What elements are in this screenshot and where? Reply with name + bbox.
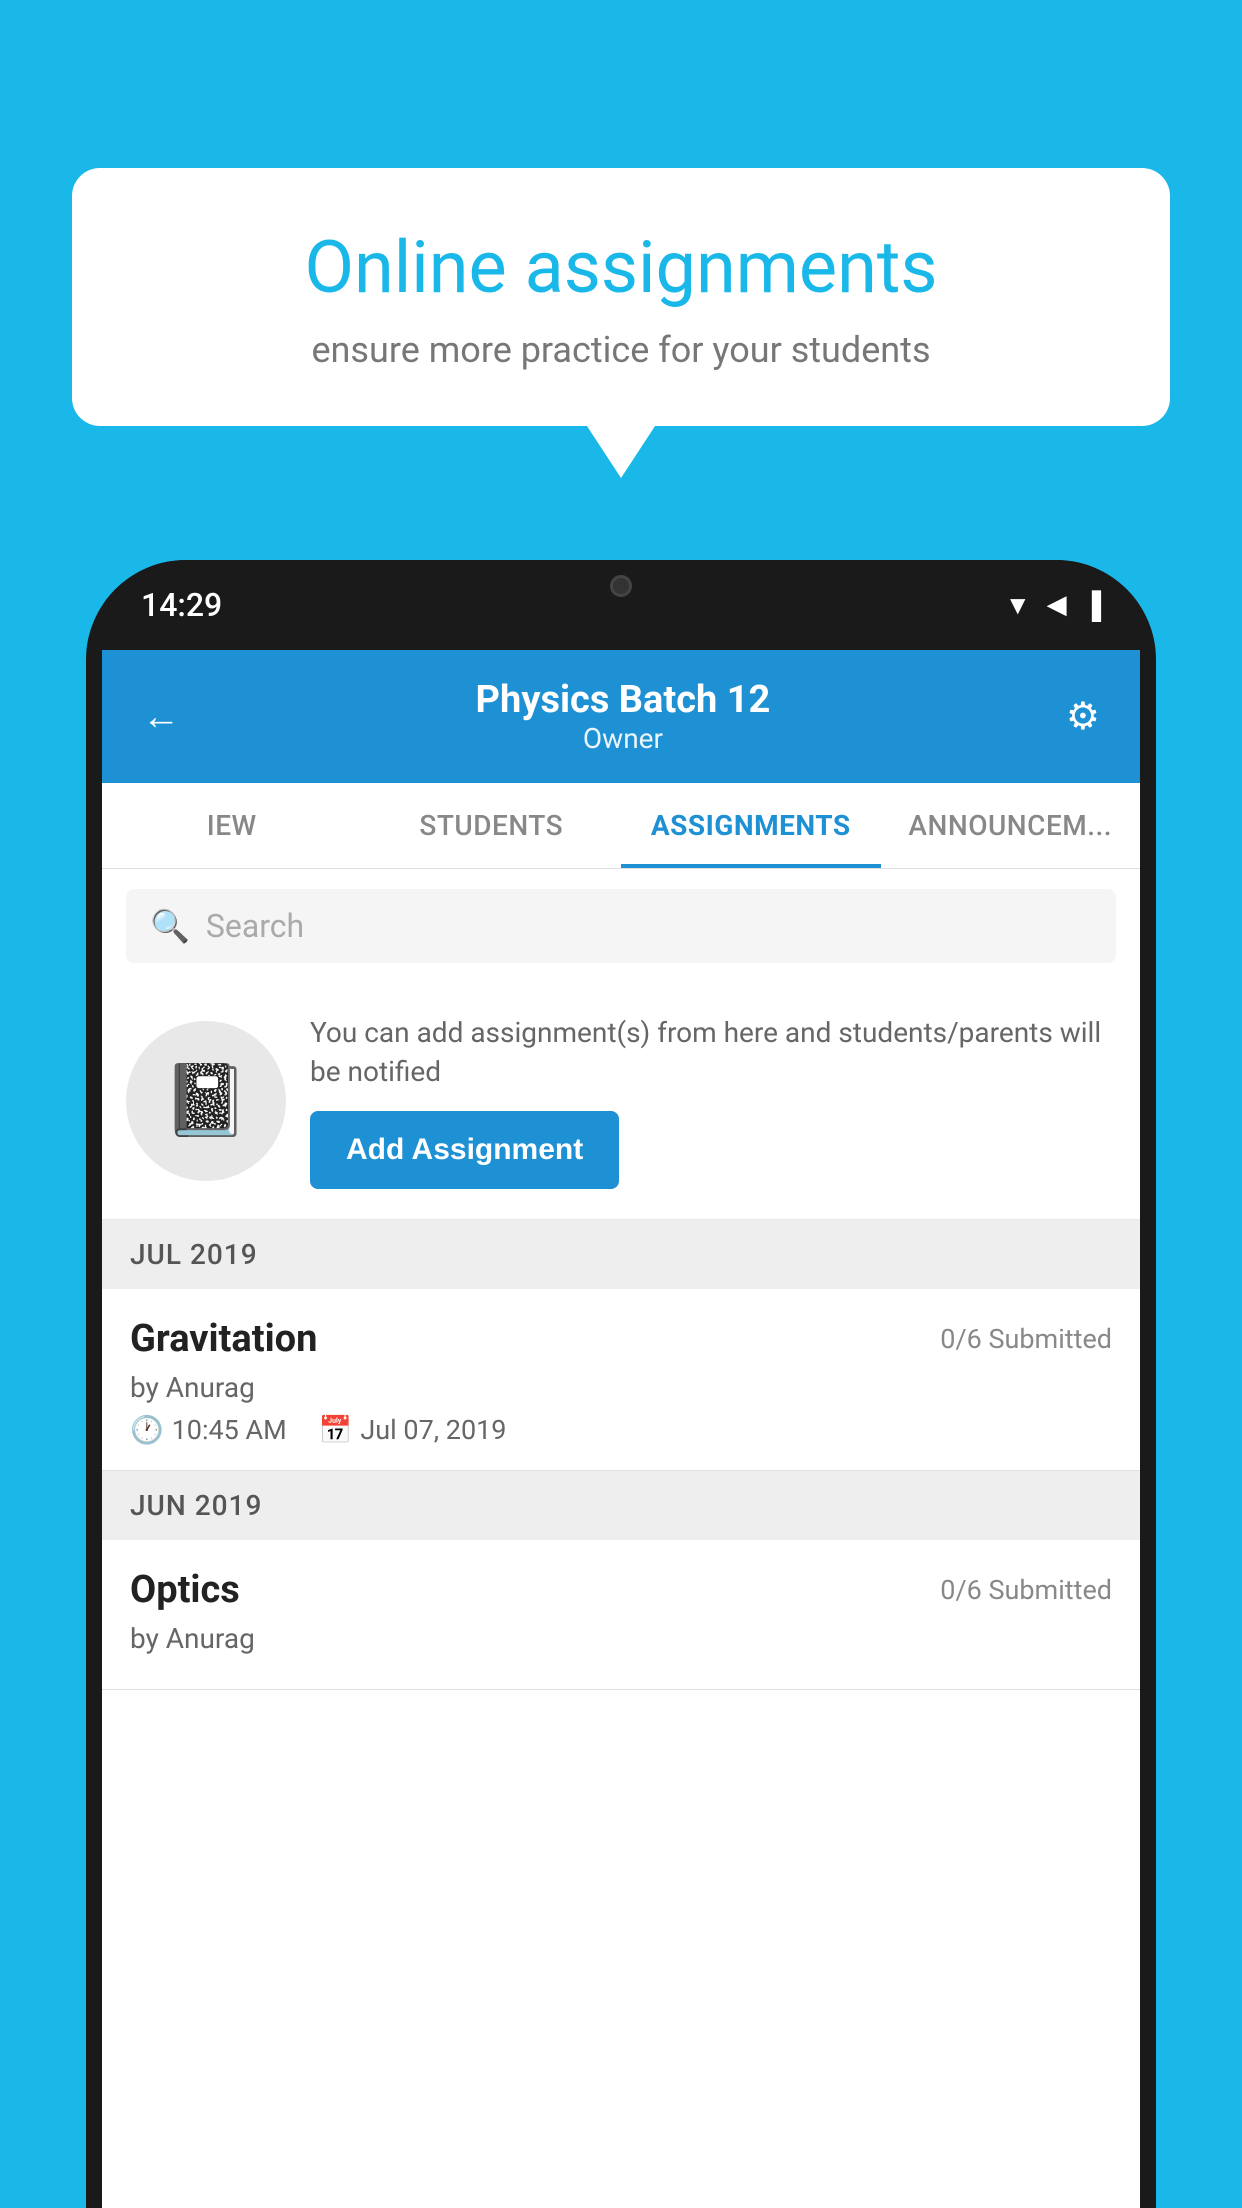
app-header: ← Physics Batch 12 Owner ⚙ <box>102 650 1140 783</box>
assignment-promo: 📓 You can add assignment(s) from here an… <box>102 983 1140 1220</box>
assignment-submitted-optics: 0/6 Submitted <box>940 1574 1112 1606</box>
add-assignment-button[interactable]: Add Assignment <box>310 1111 619 1189</box>
bubble-title: Online assignments <box>142 228 1100 307</box>
assignment-meta-gravitation: 🕐 10:45 AM 📅 Jul 07, 2019 <box>130 1414 1112 1446</box>
calendar-icon: 📅 <box>319 1414 353 1446</box>
back-button[interactable]: ← <box>142 695 180 739</box>
tab-students[interactable]: STUDENTS <box>362 783 622 868</box>
month-header-jun: JUN 2019 <box>102 1471 1140 1540</box>
assignment-by-optics: by Anurag <box>130 1622 1112 1655</box>
search-icon: 🔍 <box>150 907 190 945</box>
search-bar-container: 🔍 Search <box>102 869 1140 983</box>
tab-announcements[interactable]: ANNOUNCEM... <box>881 783 1141 868</box>
header-center: Physics Batch 12 Owner <box>476 678 771 755</box>
settings-icon[interactable]: ⚙ <box>1066 694 1100 739</box>
assignment-top-row-optics: Optics 0/6 Submitted <box>130 1568 1112 1612</box>
signal-icon: ◀ <box>1047 590 1067 620</box>
header-title: Physics Batch 12 <box>476 678 771 722</box>
promo-content: You can add assignment(s) from here and … <box>310 1013 1116 1189</box>
status-icons: ▼ ◀ ▐ <box>1005 590 1101 621</box>
header-subtitle: Owner <box>476 722 771 755</box>
promo-icon-circle: 📓 <box>126 1021 286 1181</box>
promo-text: You can add assignment(s) from here and … <box>310 1013 1116 1091</box>
assignment-name-optics: Optics <box>130 1568 240 1612</box>
status-time: 14:29 <box>141 586 222 624</box>
assignment-item-optics[interactable]: Optics 0/6 Submitted by Anurag <box>102 1540 1140 1690</box>
camera <box>610 575 632 597</box>
phone-device: 14:29 ▼ ◀ ▐ ← Physics Batch 12 Owner ⚙ I… <box>86 560 1156 2208</box>
tab-assignments[interactable]: ASSIGNMENTS <box>621 783 881 868</box>
tabs-bar: IEW STUDENTS ASSIGNMENTS ANNOUNCEM... <box>102 783 1140 869</box>
tab-iew[interactable]: IEW <box>102 783 362 868</box>
phone-notch <box>561 560 681 612</box>
app-screen: ← Physics Batch 12 Owner ⚙ IEW STUDENTS … <box>102 650 1140 2208</box>
bubble-subtitle: ensure more practice for your students <box>142 329 1100 371</box>
search-placeholder: Search <box>206 907 304 945</box>
status-bar: 14:29 ▼ ◀ ▐ <box>86 560 1156 650</box>
date-value-gravitation: Jul 07, 2019 <box>360 1414 506 1446</box>
time-value-gravitation: 10:45 AM <box>172 1414 287 1446</box>
month-header-jul: JUL 2019 <box>102 1220 1140 1289</box>
speech-bubble: Online assignments ensure more practice … <box>72 168 1170 426</box>
search-bar[interactable]: 🔍 Search <box>126 889 1116 963</box>
assignment-submitted-gravitation: 0/6 Submitted <box>940 1323 1112 1355</box>
assignment-name-gravitation: Gravitation <box>130 1317 317 1361</box>
meta-time-gravitation: 🕐 10:45 AM <box>130 1414 287 1446</box>
battery-icon: ▐ <box>1083 590 1101 621</box>
notebook-icon: 📓 <box>162 1060 249 1142</box>
meta-date-gravitation: 📅 Jul 07, 2019 <box>319 1414 507 1446</box>
assignment-top-row: Gravitation 0/6 Submitted <box>130 1317 1112 1361</box>
wifi-icon: ▼ <box>1005 590 1031 621</box>
assignment-item-gravitation[interactable]: Gravitation 0/6 Submitted by Anurag 🕐 10… <box>102 1289 1140 1471</box>
assignment-by-gravitation: by Anurag <box>130 1371 1112 1404</box>
clock-icon: 🕐 <box>130 1414 164 1446</box>
